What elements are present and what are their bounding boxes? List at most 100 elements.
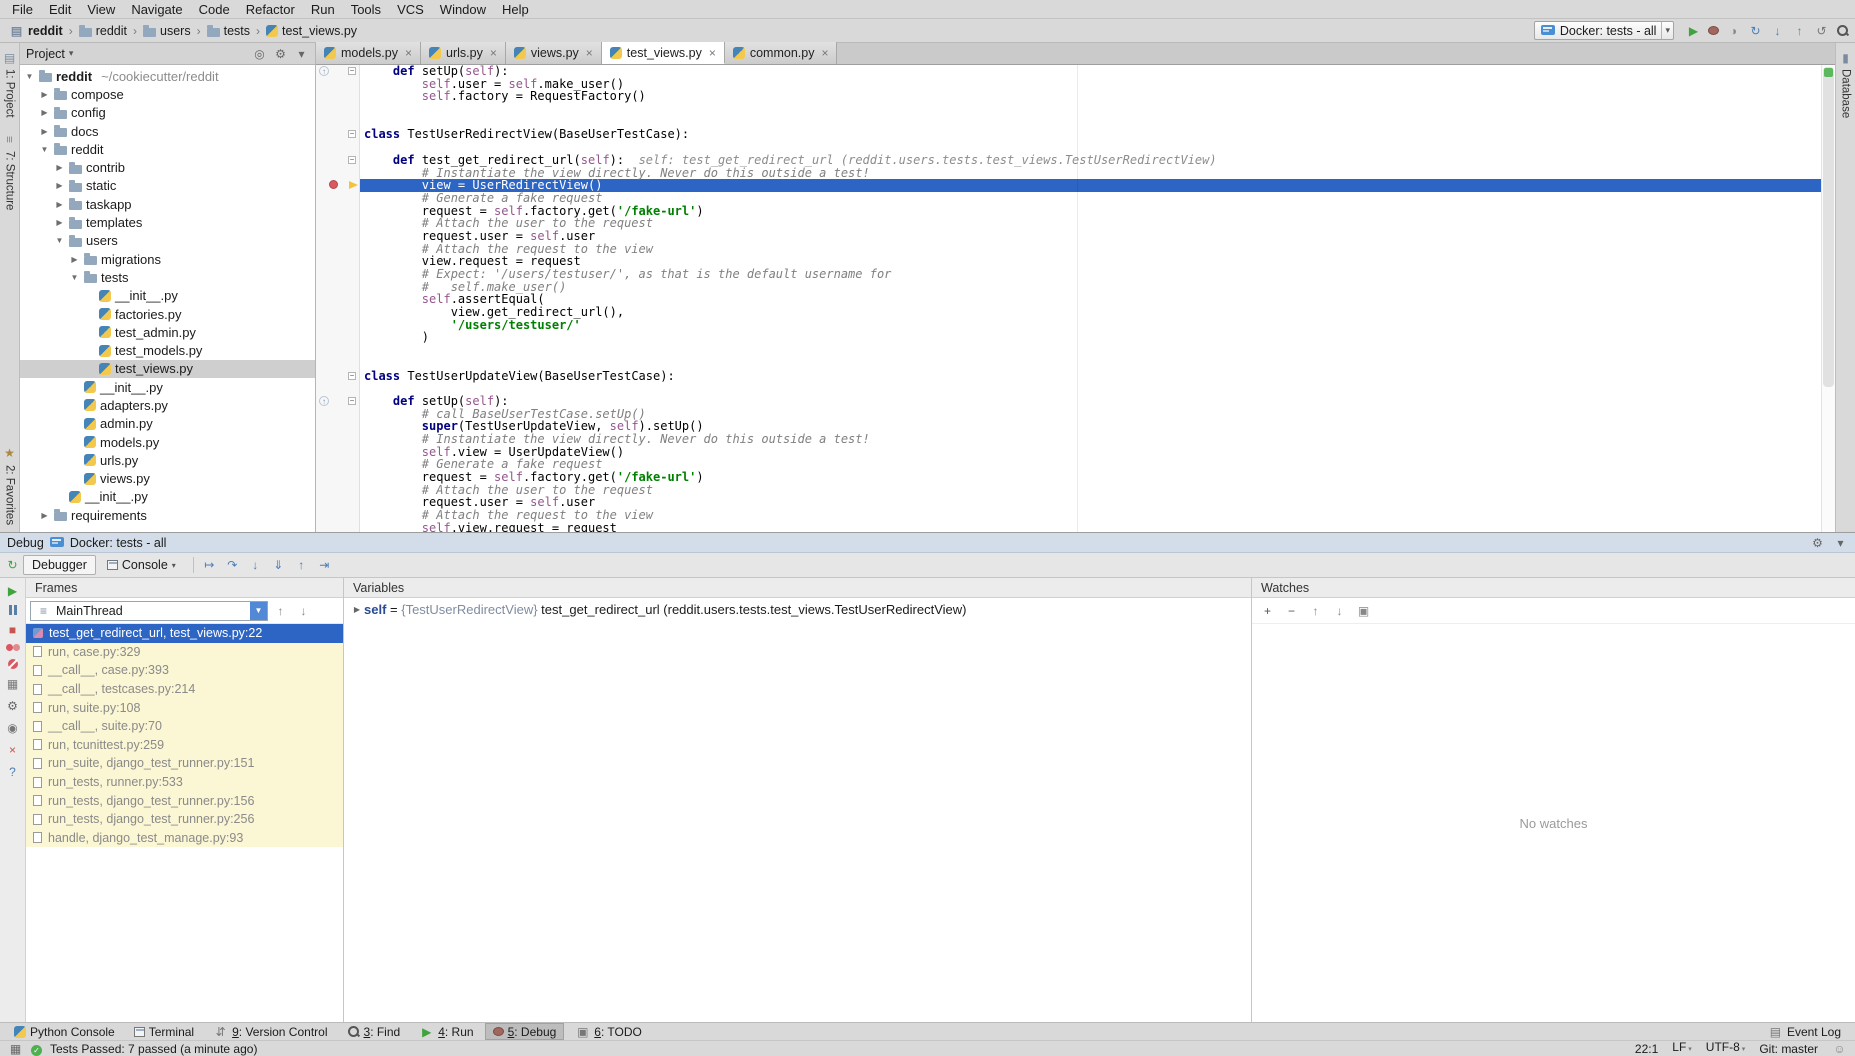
gutter-line[interactable] (316, 268, 359, 281)
menu-tools[interactable]: Tools (343, 2, 389, 17)
rerun-icon[interactable]: ↻ (5, 558, 20, 573)
gutter-line[interactable] (316, 458, 359, 471)
tree-item-users[interactable]: ▼users (20, 232, 315, 250)
add-watch-icon[interactable]: + (1260, 603, 1275, 618)
toolwindow-stripe-structure[interactable]: ≡7: Structure (1, 125, 18, 217)
menu-refactor[interactable]: Refactor (238, 2, 303, 17)
close-tab-icon[interactable]: × (405, 46, 412, 60)
step-out-icon[interactable]: ↑ (294, 558, 309, 573)
tree-item-requirements[interactable]: ▶requirements (20, 506, 315, 524)
tree-item-templates[interactable]: ▶templates (20, 213, 315, 231)
toolwindow-button-todo[interactable]: ▣6: TODO (567, 1023, 650, 1040)
toolwindow-button-python-console[interactable]: Python Console (6, 1023, 123, 1040)
expand-icon[interactable]: ▶ (350, 605, 364, 614)
menu-code[interactable]: Code (191, 2, 238, 17)
error-stripe[interactable] (1821, 65, 1835, 532)
breadcrumb-tests[interactable]: tests (204, 24, 253, 38)
tree-toggle-icon[interactable]: ▶ (54, 181, 65, 190)
settings-icon[interactable]: ⚙ (273, 46, 288, 61)
restore-layout-icon[interactable]: ▦ (5, 676, 20, 691)
editor-scrollbar[interactable] (1823, 67, 1834, 387)
remove-watch-icon[interactable]: − (1284, 603, 1299, 618)
tree-toggle-icon[interactable]: ▶ (39, 108, 50, 117)
close-icon[interactable]: × (5, 742, 20, 757)
gutter-line[interactable] (316, 230, 359, 243)
gutter-line[interactable] (316, 293, 359, 306)
fold-marker-icon[interactable]: − (348, 397, 356, 405)
fold-marker-icon[interactable]: − (348, 67, 356, 75)
pause-icon[interactable] (9, 605, 17, 615)
tree-item-factories-py[interactable]: factories.py (20, 305, 315, 323)
gutter-line[interactable] (316, 357, 359, 370)
gutter-line[interactable]: ↑− (316, 65, 359, 78)
toolwindow-button-terminal[interactable]: Terminal (126, 1023, 202, 1040)
code-editor[interactable]: ↑−−−−↑− def setUp(self): self.user = sel… (316, 65, 1835, 532)
gutter-line[interactable]: ↑− (316, 395, 359, 408)
gutter-line[interactable] (316, 433, 359, 446)
vcs-update-icon[interactable]: ↓ (1770, 23, 1785, 38)
tree-toggle-icon[interactable]: ▼ (24, 72, 35, 81)
show-execution-point-icon[interactable]: ↦ (202, 558, 217, 573)
hide-icon[interactable]: ▾ (294, 46, 309, 61)
close-tab-icon[interactable]: × (586, 46, 593, 60)
resume-icon[interactable]: ▶ (5, 583, 20, 598)
tree-item-static[interactable]: ▶static (20, 177, 315, 195)
frame-item[interactable]: run_tests, django_test_runner.py:156 (26, 791, 343, 810)
breadcrumb-reddit[interactable]: ▤reddit (6, 23, 66, 38)
debug-tab-debugger[interactable]: Debugger (23, 555, 96, 575)
tree-toggle-icon[interactable]: ▶ (39, 511, 50, 520)
close-tab-icon[interactable]: × (490, 46, 497, 60)
menu-run[interactable]: Run (303, 2, 343, 17)
editor-gutter[interactable]: ↑−−−−↑− (316, 65, 360, 532)
gutter-line[interactable] (316, 446, 359, 459)
line-separator-select[interactable]: LF (1672, 1039, 1692, 1056)
gutter-line[interactable] (316, 217, 359, 230)
tree-item-views-py[interactable]: views.py (20, 470, 315, 488)
close-tab-icon[interactable]: × (709, 46, 716, 60)
tree-item-urls-py[interactable]: urls.py (20, 451, 315, 469)
settings-icon[interactable]: ⚙ (1810, 535, 1825, 550)
next-frame-icon[interactable]: ↓ (296, 603, 311, 618)
gutter-line[interactable] (316, 192, 359, 205)
gutter-line[interactable] (316, 382, 359, 395)
close-tab-icon[interactable]: × (821, 46, 828, 60)
mute-breakpoints-icon[interactable] (8, 659, 18, 669)
editor-tab-common-py[interactable]: common.py× (725, 42, 838, 64)
history-icon[interactable]: ↺ (1814, 23, 1829, 38)
menu-window[interactable]: Window (432, 2, 494, 17)
tree-toggle-icon[interactable]: ▼ (39, 145, 50, 154)
tree-item-test-models-py[interactable]: test_models.py (20, 341, 315, 359)
fold-marker-icon[interactable]: − (348, 372, 356, 380)
fold-marker-icon[interactable]: − (348, 156, 356, 164)
gutter-line[interactable] (316, 78, 359, 91)
run-icon[interactable]: ▶ (1686, 23, 1701, 38)
settings-icon[interactable]: ⚙ (5, 698, 20, 713)
hector-icon[interactable]: ☺ (1832, 1041, 1847, 1056)
toolwindow-button-event-log[interactable]: ▤Event Log (1760, 1023, 1849, 1040)
toolwindow-button-find[interactable]: 3: Find (339, 1023, 409, 1040)
tree-item-test-admin-py[interactable]: test_admin.py (20, 323, 315, 341)
toolwindow-switcher-icon[interactable]: ▦ (8, 1041, 23, 1056)
override-marker-icon[interactable]: ↑ (319, 66, 329, 76)
gutter-line[interactable] (316, 408, 359, 421)
tree-item-compose[interactable]: ▶compose (20, 85, 315, 103)
menu-help[interactable]: Help (494, 2, 537, 17)
gutter-line[interactable] (316, 205, 359, 218)
menu-view[interactable]: View (79, 2, 123, 17)
tree-item-test-views-py[interactable]: test_views.py (20, 360, 315, 378)
encoding-select[interactable]: UTF-8 (1706, 1039, 1746, 1056)
variable-row[interactable]: ▶ self = {TestUserRedirectView} test_get… (344, 598, 1251, 620)
gutter-line[interactable] (316, 471, 359, 484)
breadcrumb-test-views-py[interactable]: test_views.py (263, 24, 360, 38)
tree-item-admin-py[interactable]: admin.py (20, 415, 315, 433)
tree-item-migrations[interactable]: ▶migrations (20, 250, 315, 268)
tree-item-reddit[interactable]: ▼reddit ~/cookiecutter/reddit (20, 67, 315, 85)
tree-item-init-py[interactable]: __init__.py (20, 378, 315, 396)
gutter-line[interactable] (316, 522, 359, 532)
gutter-line[interactable]: − (316, 370, 359, 383)
menu-navigate[interactable]: Navigate (123, 2, 190, 17)
vcs-commit-icon[interactable]: ↑ (1792, 23, 1807, 38)
editor-tab-urls-py[interactable]: urls.py× (421, 42, 506, 64)
tree-item-tests[interactable]: ▼tests (20, 268, 315, 286)
tree-toggle-icon[interactable]: ▶ (69, 255, 80, 264)
